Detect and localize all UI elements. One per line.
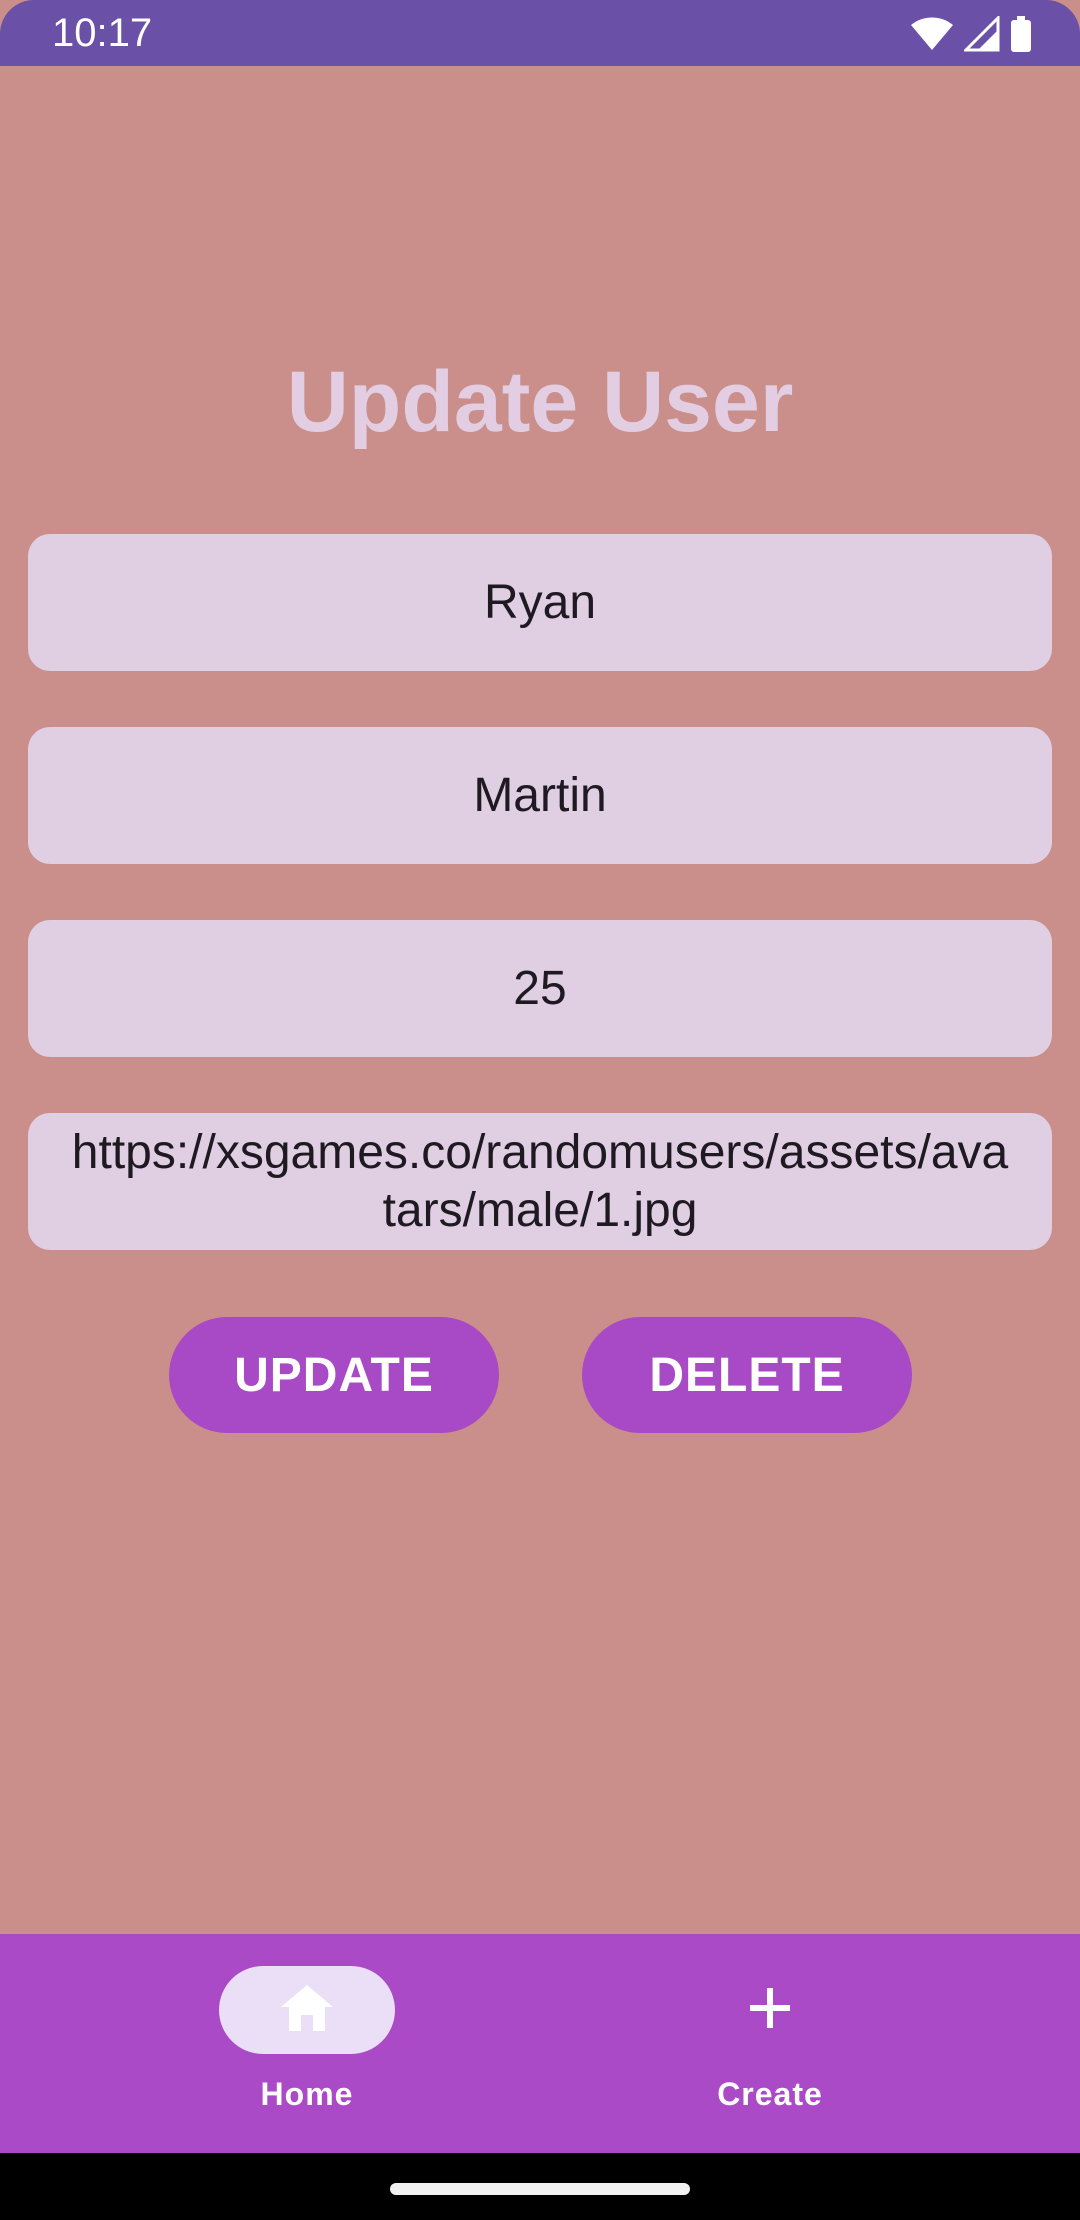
age-field[interactable]: 25 (28, 920, 1052, 1057)
nav-item-home[interactable]: Home (0, 1934, 540, 2153)
bottom-navigation: Home Create (0, 1934, 1080, 2153)
status-bar: 10:17 (0, 0, 1080, 66)
last-name-field[interactable]: Martin (28, 727, 1052, 864)
status-icons (910, 14, 1032, 54)
nav-home-pill[interactable] (219, 1966, 395, 2054)
nav-create-label: Create (717, 2076, 823, 2112)
page-title: Update User (286, 354, 794, 450)
nav-create-pill[interactable] (682, 1966, 858, 2054)
update-user-screen: 10:17 Update User Ryan Martin 25 https:/… (0, 0, 1080, 2220)
plus-icon (748, 1986, 792, 2035)
wifi-icon (910, 17, 954, 51)
home-icon (279, 1983, 335, 2038)
nav-item-create[interactable]: Create (540, 1934, 1080, 2153)
avatar-url-field[interactable]: https://xsgames.co/randomusers/assets/av… (28, 1113, 1052, 1250)
battery-icon (1010, 16, 1032, 52)
delete-button[interactable]: DELETE (582, 1317, 912, 1433)
system-navigation-bar (0, 2153, 1080, 2220)
home-indicator[interactable] (390, 2183, 690, 2195)
signal-icon (964, 16, 1000, 52)
first-name-field[interactable]: Ryan (28, 534, 1052, 671)
update-button[interactable]: UPDATE (169, 1317, 499, 1433)
status-time: 10:17 (52, 11, 153, 55)
